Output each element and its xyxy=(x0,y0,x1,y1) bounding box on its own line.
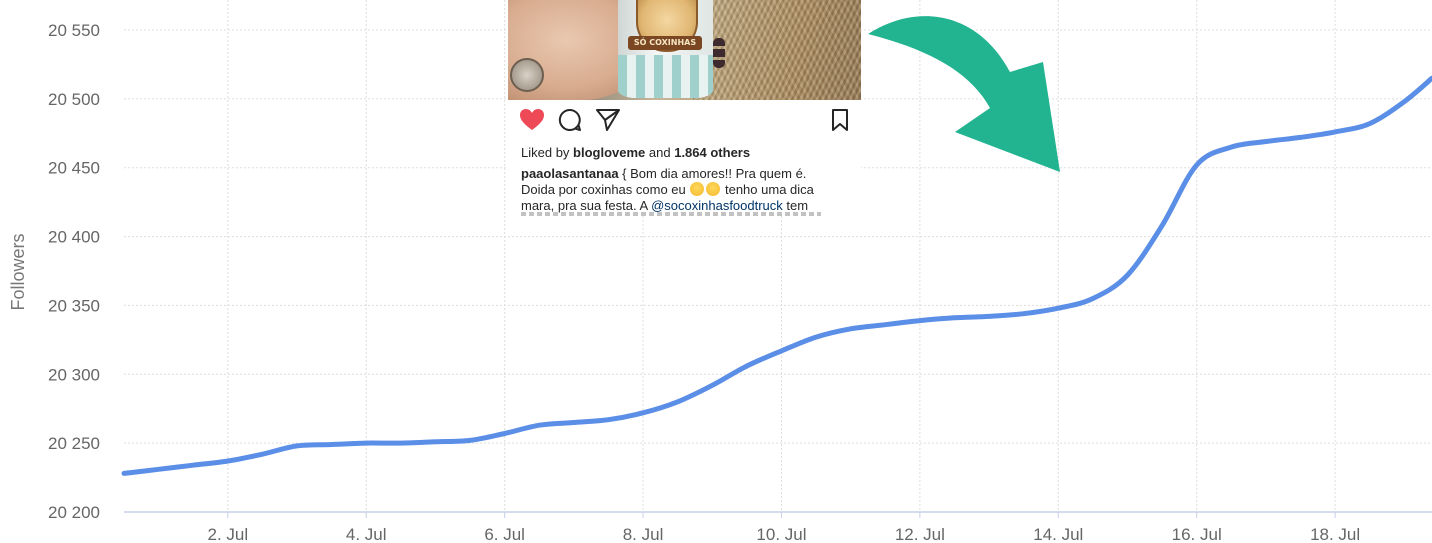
comment-icon[interactable] xyxy=(558,108,582,137)
caption-mention[interactable]: @socoxinhasfoodtruck xyxy=(651,198,783,213)
post-actions xyxy=(508,108,861,138)
y-tick-label: 20 200 xyxy=(48,503,100,522)
cup: SÓ COXINHAS xyxy=(618,0,713,98)
caption-username[interactable]: paaolasantanaa xyxy=(521,166,619,181)
laughing-emoji-icon xyxy=(690,182,705,196)
y-tick-label: 20 350 xyxy=(48,296,100,315)
x-tick-label: 16. Jul xyxy=(1172,525,1222,543)
y-tick-label: 20 500 xyxy=(48,90,100,109)
y-tick-label: 20 300 xyxy=(48,365,100,384)
stamp-logo xyxy=(510,58,544,92)
x-tick-label: 12. Jul xyxy=(895,525,945,543)
y-tick-label: 20 400 xyxy=(48,228,100,247)
share-icon[interactable] xyxy=(595,108,621,137)
curved-arrow-icon xyxy=(868,16,1060,173)
y-tick-labels: 20 200 20 250 20 300 20 350 20 400 20 450 20 5… xyxy=(48,21,100,522)
cut-off-text-line xyxy=(521,212,821,216)
laughing-emoji-icon xyxy=(706,182,721,196)
x-tick-label: 18. Jul xyxy=(1310,525,1360,543)
y-tick-label: 20 550 xyxy=(48,21,100,40)
x-tick-label: 6. Jul xyxy=(484,525,525,543)
x-tick-labels: 2. Jul 4. Jul 6. Jul 8. Jul 10. Jul 12. Jul 14… xyxy=(207,525,1360,543)
post-photo[interactable]: SÓ COXINHAS xyxy=(508,0,861,100)
x-tick-label: 14. Jul xyxy=(1033,525,1083,543)
x-tick-label: 10. Jul xyxy=(756,525,806,543)
cup-banner: SÓ COXINHAS xyxy=(628,36,702,50)
likes-middle: and xyxy=(645,145,675,160)
painted-nails xyxy=(713,38,725,68)
x-tick-label: 8. Jul xyxy=(623,525,664,543)
bookmark-icon[interactable] xyxy=(830,108,850,137)
axes xyxy=(124,511,1432,518)
cup-stripes xyxy=(618,55,713,98)
heart-icon[interactable] xyxy=(519,108,545,137)
chart-stage: 20 200 20 250 20 300 20 350 20 400 20 450 20 5… xyxy=(0,0,1432,543)
liked-by-user[interactable]: blogloveme xyxy=(573,145,645,160)
y-tick-label: 20 450 xyxy=(48,159,100,178)
y-tick-label: 20 250 xyxy=(48,434,100,453)
y-axis-title: Followers xyxy=(8,233,28,310)
x-tick-label: 4. Jul xyxy=(346,525,387,543)
likes-count[interactable]: 1.864 others xyxy=(674,145,750,160)
caption-text-3: tem xyxy=(782,198,809,213)
post-likes: Liked by blogloveme and 1.864 others xyxy=(521,145,750,160)
x-tick-label: 2. Jul xyxy=(207,525,248,543)
instagram-post[interactable]: SÓ COXINHAS Liked by blogloveme and 1.86… xyxy=(508,0,861,216)
post-caption: paaolasantanaa { Bom dia amores!! Pra qu… xyxy=(521,166,843,214)
likes-prefix: Liked by xyxy=(521,145,574,160)
